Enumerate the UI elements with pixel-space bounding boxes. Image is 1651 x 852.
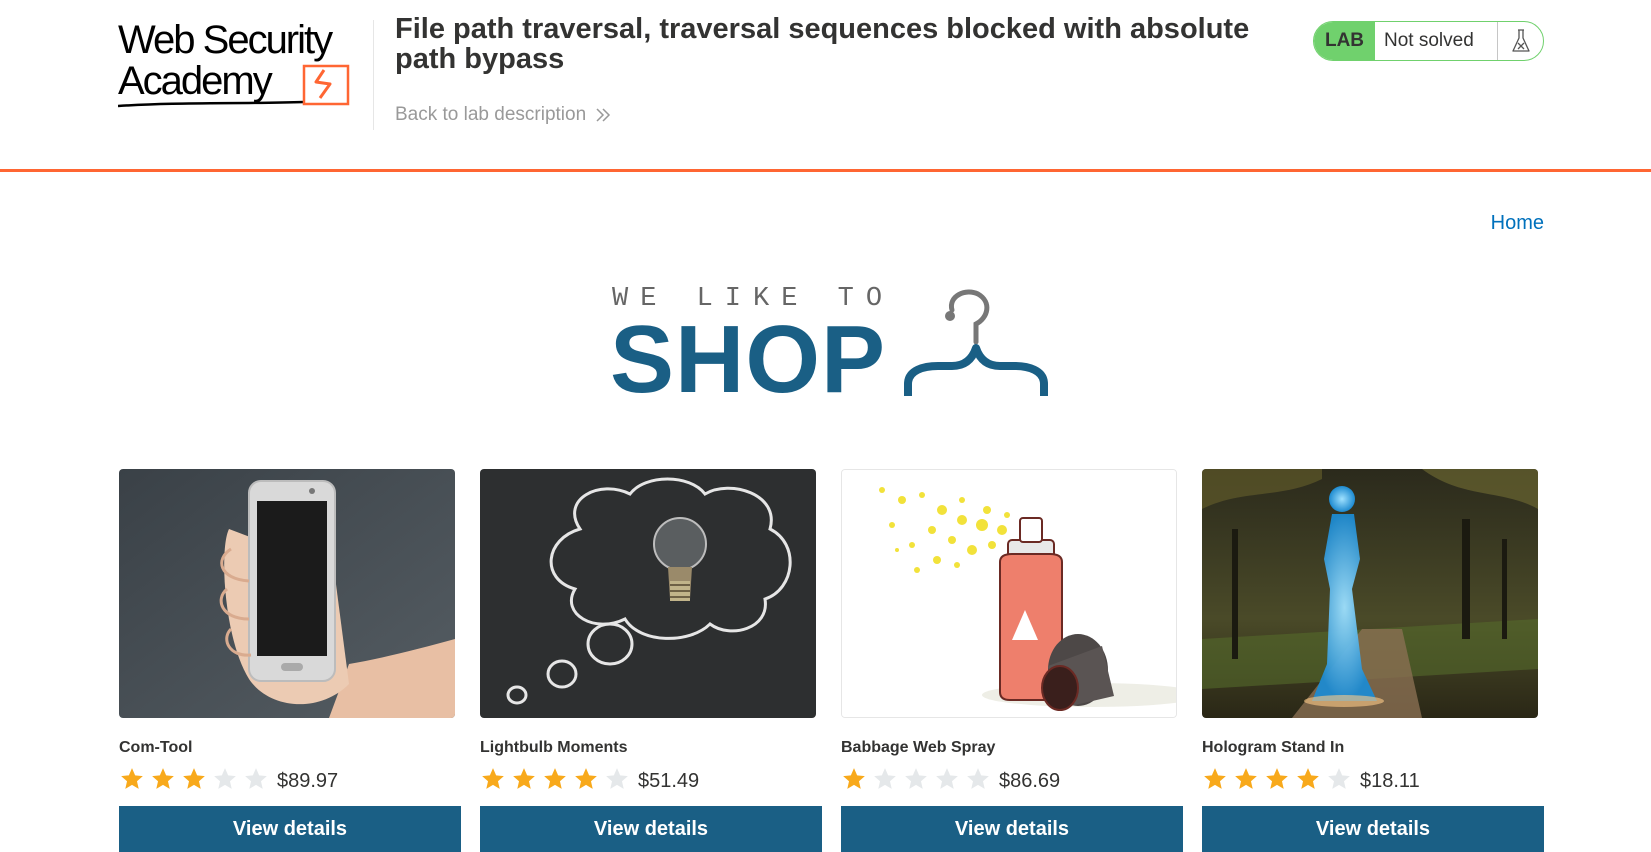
product-name: Com-Tool xyxy=(119,739,193,756)
lab-status-text: Not solved xyxy=(1384,30,1474,51)
product-price: $86.69 xyxy=(999,770,1061,792)
view-details-button[interactable]: View details xyxy=(841,806,1183,852)
star-icon-empty xyxy=(245,767,267,789)
product-card: Lightbulb Moments $51.49 View details xyxy=(480,469,822,852)
product-name: Hologram Stand In xyxy=(1202,739,1345,756)
view-details-button[interactable]: View details xyxy=(1202,806,1544,852)
product-name: Lightbulb Moments xyxy=(480,739,628,756)
star-rating xyxy=(1202,766,1352,792)
star-icon-filled xyxy=(1235,767,1257,789)
flask-icon xyxy=(1497,22,1543,60)
star-icon-empty xyxy=(1328,767,1350,789)
home-link[interactable]: Home xyxy=(1491,212,1544,235)
double-chevron-right-icon xyxy=(596,108,611,122)
lab-header: Web Security Academy File path traversal… xyxy=(0,0,1651,172)
header-divider xyxy=(373,20,374,130)
star-icon-empty xyxy=(936,767,958,789)
web-security-academy-logo[interactable]: Web Security Academy xyxy=(117,18,370,110)
product-rating-row: $18.11 xyxy=(1202,764,1544,793)
view-details-button[interactable]: View details xyxy=(480,806,822,852)
product-card: Com-Tool $89.97 View details xyxy=(119,469,461,852)
star-icon-filled xyxy=(544,767,566,789)
product-price: $18.11 xyxy=(1360,770,1420,792)
star-icon-filled xyxy=(1297,767,1319,789)
logo-line2: Academy xyxy=(118,59,273,103)
star-icon-filled xyxy=(843,767,865,789)
star-icon-filled xyxy=(121,767,143,789)
lab-status-widget: LAB Not solved xyxy=(1313,21,1544,61)
product-card: Babbage Web Spray $86.69 View details xyxy=(841,469,1183,852)
view-details-button[interactable]: View details xyxy=(119,806,461,852)
product-image-babbage-web-spray xyxy=(841,469,1177,718)
hanger-icon xyxy=(904,289,1048,396)
product-name: Babbage Web Spray xyxy=(841,739,996,756)
star-icon-filled xyxy=(1204,767,1226,789)
product-price: $89.97 xyxy=(277,770,339,792)
product-rating-row: $86.69 xyxy=(841,764,1183,793)
star-icon-empty xyxy=(606,767,628,789)
logo-graphic: Web Security Academy xyxy=(117,18,350,108)
product-image-hologram-stand-in xyxy=(1202,469,1538,718)
back-link-label: Back to lab description xyxy=(395,104,587,125)
star-icon-filled xyxy=(1266,767,1288,789)
lab-title: File path traversal, traversal sequences… xyxy=(395,13,1250,75)
product-image-lightbulb-moments xyxy=(480,469,816,718)
star-icon-filled xyxy=(513,767,535,789)
star-rating xyxy=(841,766,991,792)
star-icon-filled xyxy=(183,767,205,789)
back-to-description-link[interactable]: Back to lab description xyxy=(395,104,612,126)
star-icon-filled xyxy=(152,767,174,789)
star-icon-empty xyxy=(874,767,896,789)
product-rating-row: $51.49 xyxy=(480,764,822,793)
shop-banner: WE LIKE TO SHOP xyxy=(610,284,1052,413)
star-icon-filled xyxy=(575,767,597,789)
star-icon-empty xyxy=(967,767,989,789)
product-image-com-tool xyxy=(119,469,455,718)
star-icon-filled xyxy=(482,767,504,789)
product-rating-row: $89.97 xyxy=(119,764,461,793)
logo-line1: Web Security xyxy=(118,18,333,62)
star-rating xyxy=(480,766,630,792)
lab-badge: LAB xyxy=(1314,22,1375,60)
product-card: Hologram Stand In $18.11 View details xyxy=(1202,469,1544,852)
star-icon-empty xyxy=(905,767,927,789)
product-price: $51.49 xyxy=(638,770,700,792)
star-rating xyxy=(119,766,269,792)
banner-shop-text: SHOP xyxy=(610,306,887,413)
star-icon-empty xyxy=(214,767,236,789)
